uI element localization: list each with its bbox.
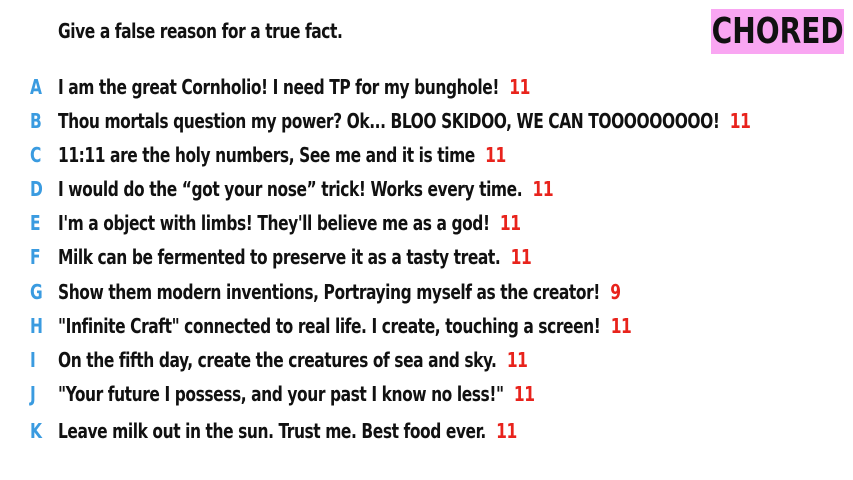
answer-list: A I am the great Cornholio! I need TP fo… — [0, 0, 853, 480]
answer-row-a: A I am the great Cornholio! I need TP fo… — [0, 72, 853, 102]
answer-score: 11 — [532, 177, 554, 201]
answer-score: 11 — [496, 419, 517, 443]
answer-score: 11 — [485, 143, 506, 167]
answer-text: On the fifth day, create the creatures o… — [58, 348, 497, 372]
answer-text: I am the great Cornholio! I need TP for … — [58, 75, 499, 99]
answer-text: Milk can be fermented to preserve it as … — [58, 245, 501, 269]
answer-row-d: D I would do the “got your nose” trick! … — [0, 174, 853, 204]
answer-text: I would do the “got your nose” trick! Wo… — [58, 177, 523, 201]
answer-text: "Infinite Craft" connected to real life.… — [58, 314, 601, 338]
answer-score: 9 — [610, 280, 621, 304]
answer-row-f: F Milk can be fermented to preserve it a… — [0, 242, 853, 272]
answer-text: "Your future I possess, and your past I … — [58, 382, 504, 406]
answer-text: Show them modern inventions, Portraying … — [58, 280, 600, 304]
answer-score: 11 — [510, 245, 532, 269]
answer-text: 11:11 are the holy numbers, See me and i… — [58, 143, 475, 167]
answer-text: Thou mortals question my power? Ok... BL… — [58, 109, 720, 133]
answer-score: 11 — [610, 314, 632, 338]
answer-text: I'm a object with limbs! They'll believe… — [58, 211, 490, 235]
answer-letter: H — [30, 314, 43, 338]
answer-letter: A — [30, 75, 42, 99]
answer-score: 11 — [729, 109, 751, 133]
answer-row-i: I On the fifth day, create the creatures… — [0, 345, 853, 375]
answer-row-h: H "Infinite Craft" connected to real lif… — [0, 311, 853, 341]
answer-letter: D — [30, 177, 43, 201]
answer-letter: C — [30, 143, 42, 167]
answer-row-j: J "Your future I possess, and your past … — [0, 379, 853, 409]
answer-letter: G — [30, 280, 43, 304]
answer-score: 11 — [506, 348, 528, 372]
answer-score: 11 — [513, 382, 535, 406]
answer-row-c: C 11:11 are the holy numbers, See me and… — [0, 140, 853, 170]
answer-row-g: G Show them modern inventions, Portrayin… — [0, 277, 853, 307]
answer-text: Leave milk out in the sun. Trust me. Bes… — [58, 419, 486, 443]
answer-letter: E — [30, 211, 41, 235]
answer-row-k: K Leave milk out in the sun. Trust me. B… — [0, 416, 853, 446]
answer-letter: J — [30, 382, 36, 406]
answer-score: 11 — [499, 211, 521, 235]
answer-letter: I — [30, 348, 36, 372]
answer-letter: F — [30, 245, 41, 269]
answer-row-e: E I'm a object with limbs! They'll belie… — [0, 208, 853, 238]
answer-row-b: B Thou mortals question my power? Ok... … — [0, 106, 853, 136]
answer-letter: B — [30, 109, 42, 133]
answer-score: 11 — [509, 75, 530, 99]
answer-letter: K — [30, 419, 42, 443]
